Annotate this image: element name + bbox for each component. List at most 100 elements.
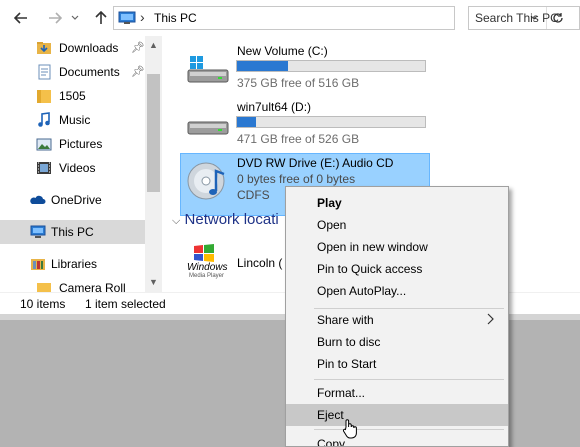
sidebar-item-music[interactable]: Music bbox=[0, 108, 145, 132]
drive-c[interactable]: New Volume (C:) 375 GB free of 516 GB bbox=[162, 36, 580, 96]
drive-usage-fill bbox=[237, 61, 288, 71]
drive-filesystem: CDFS bbox=[237, 188, 270, 202]
drive-free-space: 0 bytes free of 0 bytes bbox=[237, 172, 356, 186]
sidebar-scrollbar[interactable]: ▲ ▼ bbox=[145, 36, 162, 292]
recent-locations-button[interactable] bbox=[68, 7, 82, 29]
sidebar-item-videos[interactable]: Videos bbox=[0, 156, 145, 180]
sidebar-item-label: Pictures bbox=[59, 137, 103, 151]
breadcrumb-separator[interactable]: › bbox=[140, 9, 145, 25]
sidebar-item-1505[interactable]: 1505 bbox=[0, 84, 145, 108]
menu-item-copy[interactable]: Copy bbox=[286, 433, 508, 447]
drive-name: win7ult64 (D:) bbox=[237, 100, 312, 114]
context-menu: Play Open Open in new window Pin to Quic… bbox=[285, 186, 509, 447]
chevron-down-icon bbox=[71, 15, 79, 20]
sidebar-item-label: Camera Roll bbox=[59, 281, 126, 292]
scrollbar-thumb[interactable] bbox=[147, 74, 160, 192]
sidebar-item-downloads[interactable]: Downloads 📌︎ bbox=[0, 36, 145, 60]
menu-item-pin-to-start[interactable]: Pin to Start bbox=[286, 353, 508, 375]
menu-item-label: Pin to Start bbox=[317, 357, 377, 371]
media-player-logo-text: Windows bbox=[187, 262, 228, 273]
media-player-logo-subtext: Media Player bbox=[189, 273, 225, 279]
sidebar-item-this-pc[interactable]: This PC bbox=[0, 220, 145, 244]
sidebar-item-documents[interactable]: Documents 📌︎ bbox=[0, 60, 145, 84]
back-button[interactable] bbox=[10, 7, 32, 29]
sidebar-item-label: Music bbox=[59, 113, 91, 127]
mouse-cursor-icon bbox=[342, 419, 357, 439]
sidebar-item-label: Downloads bbox=[59, 41, 119, 55]
up-arrow-icon bbox=[95, 11, 107, 24]
network-location-item[interactable]: Windows Media Player Lincoln ( bbox=[187, 242, 287, 282]
drive-d[interactable]: win7ult64 (D:) 471 GB free of 526 GB bbox=[162, 96, 580, 152]
menu-item-pin-quick-access[interactable]: Pin to Quick access bbox=[286, 258, 508, 280]
navigation-bar: › This PC Search This PC bbox=[0, 0, 580, 36]
pictures-icon bbox=[36, 138, 52, 151]
group-heading: Network locati bbox=[184, 211, 279, 228]
downloads-folder-icon bbox=[37, 42, 51, 54]
drive-free-space: 375 GB free of 516 GB bbox=[237, 76, 360, 90]
sidebar-item-libraries[interactable]: Libraries bbox=[0, 252, 145, 276]
hard-drive-windows-icon bbox=[187, 56, 229, 83]
menu-item-label: Open bbox=[317, 218, 347, 232]
network-location-name: Lincoln ( bbox=[237, 256, 283, 270]
drive-free-space: 471 GB free of 526 GB bbox=[237, 132, 360, 146]
cd-audio-icon bbox=[187, 162, 225, 200]
menu-item-share-with[interactable]: Share with bbox=[286, 309, 508, 331]
forward-arrow-icon bbox=[49, 12, 62, 24]
onedrive-icon bbox=[30, 195, 46, 204]
sidebar-item-label: OneDrive bbox=[51, 193, 102, 207]
chevron-down-icon: ⌵ bbox=[172, 215, 181, 227]
sidebar-item-onedrive[interactable]: OneDrive bbox=[0, 188, 145, 212]
menu-item-label: Format... bbox=[317, 386, 366, 400]
drive-usage-bar bbox=[236, 60, 426, 72]
menu-item-burn-to-disc[interactable]: Burn to disc bbox=[286, 331, 508, 353]
pin-icon: 📌︎ bbox=[131, 42, 145, 54]
drive-usage-fill bbox=[237, 117, 256, 127]
menu-item-open[interactable]: Open bbox=[286, 214, 508, 236]
menu-item-open-autoplay[interactable]: Open AutoPlay... bbox=[286, 280, 508, 302]
folder-icon bbox=[37, 90, 51, 103]
search-input[interactable]: Search This PC bbox=[468, 6, 580, 30]
scroll-down-icon[interactable]: ▼ bbox=[149, 277, 158, 287]
menu-item-label: Open in new window bbox=[317, 240, 428, 254]
sidebar-item-pictures[interactable]: Pictures bbox=[0, 132, 145, 156]
sidebar-item-camera-roll[interactable]: Camera Roll bbox=[0, 276, 145, 292]
scroll-up-icon[interactable]: ▲ bbox=[149, 40, 158, 50]
up-button[interactable] bbox=[90, 7, 112, 29]
network-locations-group[interactable]: ⌵ Network locati bbox=[172, 211, 279, 228]
forward-button[interactable] bbox=[44, 7, 66, 29]
drive-name: DVD RW Drive (E:) Audio CD bbox=[237, 156, 394, 170]
windows-media-player-logo-icon bbox=[194, 244, 214, 262]
menu-item-eject[interactable]: Eject bbox=[286, 404, 508, 426]
menu-separator bbox=[314, 379, 504, 380]
menu-item-label: Copy bbox=[317, 437, 346, 447]
menu-item-format[interactable]: Format... bbox=[286, 382, 508, 404]
this-pc-icon bbox=[30, 225, 46, 238]
hard-drive-icon bbox=[187, 121, 229, 135]
sidebar-item-label: 1505 bbox=[59, 89, 86, 103]
this-pc-icon bbox=[118, 11, 136, 24]
submenu-arrow-icon bbox=[487, 313, 494, 325]
drive-name: New Volume (C:) bbox=[237, 44, 328, 58]
status-selection: 1 item selected bbox=[85, 297, 166, 311]
drive-usage-bar bbox=[236, 116, 426, 128]
sidebar-item-label: Libraries bbox=[51, 257, 98, 271]
camera-roll-icon bbox=[37, 283, 51, 292]
menu-item-label: Eject bbox=[317, 408, 344, 422]
address-bar[interactable]: › This PC bbox=[113, 6, 563, 30]
back-arrow-icon bbox=[14, 12, 27, 24]
status-item-count: 10 items bbox=[20, 297, 66, 311]
libraries-icon bbox=[31, 259, 45, 270]
videos-icon bbox=[37, 162, 51, 174]
music-icon bbox=[38, 112, 50, 127]
menu-item-label: Play bbox=[317, 196, 342, 210]
breadcrumb-location[interactable]: This PC bbox=[154, 11, 197, 25]
menu-item-open-new-window[interactable]: Open in new window bbox=[286, 236, 508, 258]
menu-item-label: Share with bbox=[317, 313, 374, 327]
menu-item-play[interactable]: Play bbox=[286, 192, 508, 214]
navigation-pane: Downloads 📌︎ Documents 📌︎ 1505 Music Pic… bbox=[0, 36, 162, 292]
documents-icon bbox=[38, 64, 51, 80]
sidebar-item-label: Documents bbox=[59, 65, 120, 79]
menu-item-label: Pin to Quick access bbox=[317, 262, 423, 276]
menu-item-label: Burn to disc bbox=[317, 335, 381, 349]
pin-icon: 📌︎ bbox=[131, 66, 145, 78]
